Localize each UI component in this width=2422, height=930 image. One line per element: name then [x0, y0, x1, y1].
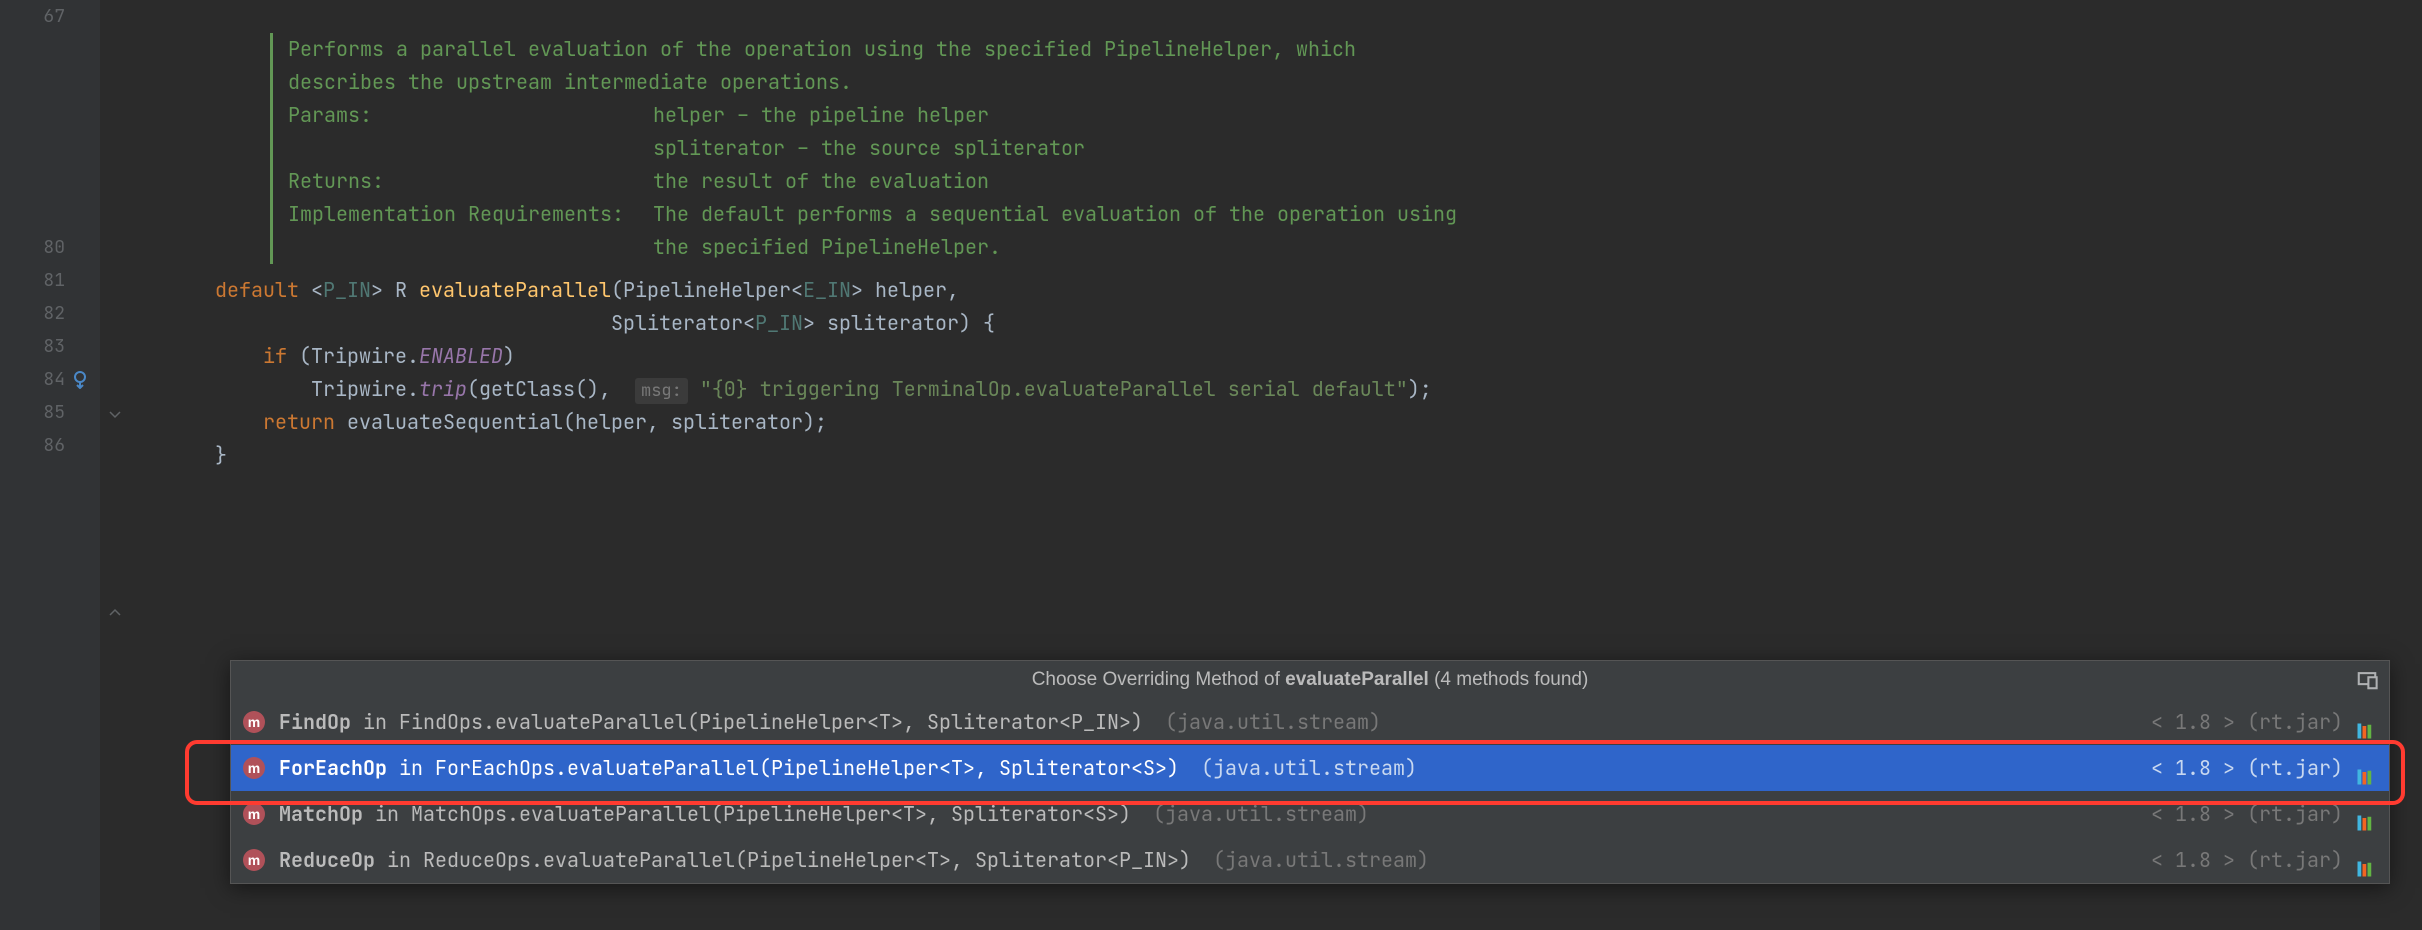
method-badge-icon: m: [243, 803, 265, 825]
javadoc-impl-label: Implementation Requirements:: [288, 198, 653, 231]
line-number-gutter: 67 80 81 82 83 84 85 86: [0, 0, 100, 930]
javadoc-impl: the specified PipelineHelper.: [653, 231, 2422, 264]
code-line-83[interactable]: Tripwire.trip(getClass(), msg: "{0} trig…: [215, 373, 2422, 406]
line-number: [0, 33, 65, 66]
javadoc-impl: The default performs a sequential evalua…: [653, 198, 2422, 231]
library-icon: [2355, 757, 2377, 779]
library-icon: [2355, 849, 2377, 871]
javadoc-spacer: [288, 231, 653, 264]
override-gutter-icon[interactable]: [65, 363, 95, 396]
fold-expand-icon[interactable]: [105, 595, 125, 628]
line-number: 86: [0, 429, 65, 462]
override-method-item[interactable]: m ForEachOp in ForEachOps.evaluateParall…: [231, 745, 2389, 791]
method-badge-icon: m: [243, 757, 265, 779]
code-line-84[interactable]: return evaluateSequential(helper, splite…: [215, 406, 2422, 439]
line-number: [0, 99, 65, 132]
line-number: [0, 66, 65, 99]
line-number: [0, 165, 65, 198]
javadoc-returns-label: Returns:: [288, 165, 653, 198]
code-line-81[interactable]: Spliterator<P_IN> spliterator) {: [215, 307, 2422, 340]
code-line-80[interactable]: default <P_IN> R evaluateParallel(Pipeli…: [215, 274, 2422, 307]
javadoc-spacer: [288, 132, 653, 165]
line-number: 67: [0, 0, 65, 33]
pin-icon[interactable]: [2355, 667, 2379, 691]
line-number: 81: [0, 264, 65, 297]
javadoc-text: Performs a parallel evaluation of the op…: [288, 33, 2422, 66]
line-number: 83: [0, 330, 65, 363]
override-method-item[interactable]: m ReduceOp in ReduceOps.evaluateParallel…: [231, 837, 2389, 883]
line-number: [0, 132, 65, 165]
override-method-item[interactable]: m FindOp in FindOps.evaluateParallel(Pip…: [231, 699, 2389, 745]
javadoc-returns: the result of the evaluation: [653, 165, 2422, 198]
parameter-hint: msg:: [635, 378, 688, 404]
javadoc-params-label: Params:: [288, 99, 653, 132]
javadoc-comment: Performs a parallel evaluation of the op…: [270, 33, 2422, 264]
javadoc-text: describes the upstream intermediate oper…: [288, 66, 2422, 99]
library-icon: [2355, 711, 2377, 733]
line-number: 84: [0, 363, 65, 396]
popup-list: m FindOp in FindOps.evaluateParallel(Pip…: [231, 699, 2389, 883]
javadoc-param: spliterator – the source spliterator: [653, 132, 2422, 165]
fold-gutter: [100, 0, 155, 930]
code-line-82[interactable]: if (Tripwire.ENABLED): [215, 340, 2422, 373]
method-badge-icon: m: [243, 849, 265, 871]
line-number: 82: [0, 297, 65, 330]
fold-collapse-icon[interactable]: [105, 398, 125, 431]
method-badge-icon: m: [243, 711, 265, 733]
popup-title: Choose Overriding Method of evaluatePara…: [231, 661, 2389, 699]
library-icon: [2355, 803, 2377, 825]
line-number: [0, 198, 65, 231]
code-line-85[interactable]: }: [215, 439, 2422, 472]
override-method-item[interactable]: m MatchOp in MatchOps.evaluateParallel(P…: [231, 791, 2389, 837]
javadoc-param: helper – the pipeline helper: [653, 99, 2422, 132]
line-number: 85: [0, 396, 65, 429]
override-method-popup: Choose Overriding Method of evaluatePara…: [230, 660, 2390, 884]
line-number: 80: [0, 231, 65, 264]
